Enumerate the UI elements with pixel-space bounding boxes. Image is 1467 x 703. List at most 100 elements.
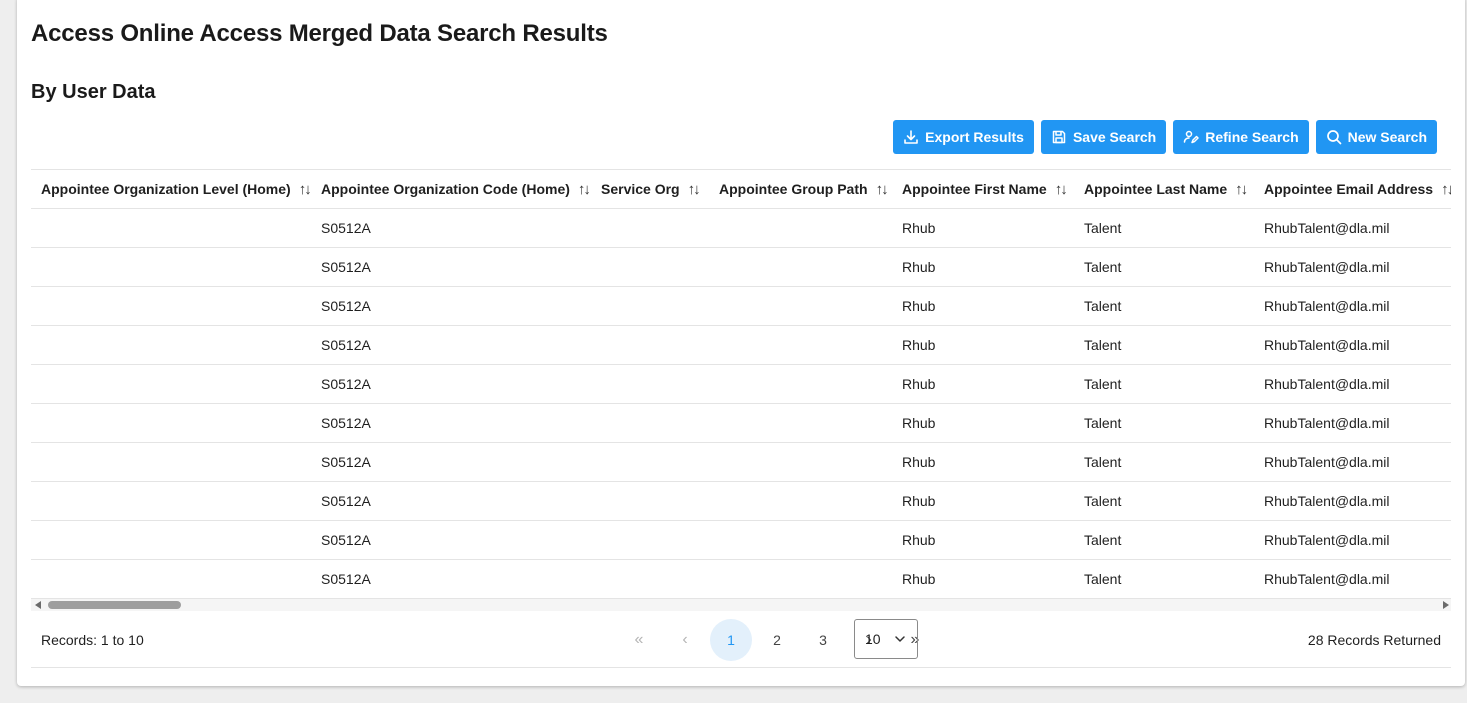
table-cell	[591, 442, 709, 482]
column-header-3[interactable]: Appointee Group Path ↑↓	[709, 170, 892, 209]
scroll-right-icon[interactable]	[1443, 601, 1449, 609]
table-row[interactable]: S0512A Rhub Talent RhubTalent@dla.mil	[31, 364, 1451, 404]
table-cell: RhubTalent@dla.mil	[1254, 403, 1451, 443]
table-cell	[591, 520, 709, 560]
table-cell: Rhub	[892, 364, 1074, 404]
table-footer: Records: 1 to 10 « ‹ 1 2 3 › » 10 28 Rec…	[31, 613, 1451, 668]
table-cell	[591, 364, 709, 404]
table-cell	[31, 286, 311, 326]
page-title: Access Online Access Merged Data Search …	[31, 20, 608, 47]
column-header-label: Appointee Group Path	[719, 181, 868, 197]
save-search-label: Save Search	[1072, 129, 1157, 145]
column-header-content: Appointee Organization Code (Home) ↑↓	[321, 181, 591, 198]
table-cell	[709, 286, 892, 326]
column-header-label: Appointee Organization Level (Home)	[41, 181, 291, 197]
page-button-1[interactable]: 1	[710, 619, 752, 661]
table-cell: Talent	[1074, 559, 1254, 599]
table-cell: Talent	[1074, 364, 1254, 404]
table-cell: Talent	[1074, 442, 1254, 482]
table-cell	[31, 325, 311, 365]
column-header-content: Appointee First Name ↑↓	[902, 181, 1074, 198]
table-cell	[31, 247, 311, 287]
table-cell: RhubTalent@dla.mil	[1254, 286, 1451, 326]
table-cell: S0512A	[311, 325, 591, 365]
scroll-left-icon[interactable]	[35, 601, 41, 609]
horizontal-scrollbar[interactable]	[31, 599, 1451, 611]
table-cell	[709, 364, 892, 404]
table-cell: Rhub	[892, 520, 1074, 560]
sort-icon[interactable]: ↑↓	[1235, 181, 1248, 198]
save-search-button[interactable]: Save Search	[1040, 120, 1167, 154]
prev-page-button[interactable]: ‹	[664, 619, 706, 661]
page-button-2[interactable]: 2	[756, 619, 798, 661]
column-header-1[interactable]: Appointee Organization Code (Home) ↑↓	[311, 170, 591, 209]
table-cell: S0512A	[311, 520, 591, 560]
table-cell	[709, 247, 892, 287]
rows-per-page-value: 10	[865, 631, 881, 647]
double-chevron-left-icon: «	[634, 631, 644, 648]
column-header-content: Appointee Email Address ↑↓	[1264, 181, 1451, 198]
rows-per-page-select[interactable]: 10	[854, 619, 918, 659]
new-search-button[interactable]: New Search	[1315, 120, 1437, 154]
new-search-label: New Search	[1347, 129, 1427, 145]
table-row[interactable]: S0512A Rhub Talent RhubTalent@dla.mil	[31, 442, 1451, 482]
table-cell: RhubTalent@dla.mil	[1254, 559, 1451, 599]
column-header-6[interactable]: Appointee Email Address ↑↓	[1254, 170, 1451, 209]
column-header-content: Appointee Last Name ↑↓	[1084, 181, 1254, 198]
table-cell	[31, 403, 311, 443]
refine-search-label: Refine Search	[1205, 129, 1299, 145]
table-cell: RhubTalent@dla.mil	[1254, 520, 1451, 560]
table-cell: S0512A	[311, 364, 591, 404]
sort-icon[interactable]: ↑↓	[1441, 181, 1451, 198]
table-row[interactable]: S0512A Rhub Talent RhubTalent@dla.mil	[31, 403, 1451, 443]
sort-icon[interactable]: ↑↓	[1055, 181, 1068, 198]
table-cell	[31, 559, 311, 599]
table-cell: RhubTalent@dla.mil	[1254, 481, 1451, 521]
table-row[interactable]: S0512A Rhub Talent RhubTalent@dla.mil	[31, 208, 1451, 248]
table-cell: Talent	[1074, 520, 1254, 560]
table-cell	[709, 403, 892, 443]
table-row[interactable]: S0512A Rhub Talent RhubTalent@dla.mil	[31, 481, 1451, 521]
records-returned: 28 Records Returned	[1307, 632, 1441, 648]
column-header-4[interactable]: Appointee First Name ↑↓	[892, 170, 1074, 209]
table-cell: Talent	[1074, 286, 1254, 326]
table-cell	[591, 286, 709, 326]
table-cell	[591, 403, 709, 443]
table-row[interactable]: S0512A Rhub Talent RhubTalent@dla.mil	[31, 520, 1451, 560]
sort-icon[interactable]: ↑↓	[578, 181, 591, 198]
results-table: Appointee Organization Level (Home) ↑↓ App…	[31, 170, 1451, 599]
toolbar: Export Results Save Search Refine Search	[893, 120, 1437, 154]
column-header-label: Appointee Organization Code (Home)	[321, 181, 570, 197]
scrollbar-thumb[interactable]	[48, 601, 181, 609]
table-cell: RhubTalent@dla.mil	[1254, 364, 1451, 404]
table-cell	[709, 325, 892, 365]
table-row[interactable]: S0512A Rhub Talent RhubTalent@dla.mil	[31, 286, 1451, 326]
column-header-0[interactable]: Appointee Organization Level (Home) ↑↓	[31, 170, 312, 209]
results-card: Access Online Access Merged Data Search …	[17, 0, 1465, 686]
table-row[interactable]: S0512A Rhub Talent RhubTalent@dla.mil	[31, 559, 1451, 599]
table-cell: Rhub	[892, 403, 1074, 443]
chevron-down-icon	[895, 636, 905, 642]
table-cell	[31, 481, 311, 521]
column-header-2[interactable]: Service Org ↑↓	[591, 170, 709, 209]
table-cell	[591, 247, 709, 287]
export-results-button[interactable]: Export Results	[893, 120, 1034, 154]
refine-search-button[interactable]: Refine Search	[1173, 120, 1309, 154]
table-cell: RhubTalent@dla.mil	[1254, 325, 1451, 365]
table-row[interactable]: S0512A Rhub Talent RhubTalent@dla.mil	[31, 247, 1451, 287]
search-icon	[1326, 130, 1341, 145]
sort-icon[interactable]: ↑↓	[876, 181, 889, 198]
table-row[interactable]: S0512A Rhub Talent RhubTalent@dla.mil	[31, 325, 1451, 365]
table-cell: RhubTalent@dla.mil	[1254, 442, 1451, 482]
sort-icon[interactable]: ↑↓	[299, 181, 312, 198]
table-cell: Talent	[1074, 481, 1254, 521]
column-header-5[interactable]: Appointee Last Name ↑↓	[1074, 170, 1254, 209]
column-header-label: Appointee Email Address	[1264, 181, 1434, 197]
first-page-button[interactable]: «	[618, 619, 660, 661]
table-cell: Rhub	[892, 481, 1074, 521]
page-button-3[interactable]: 3	[802, 619, 844, 661]
save-icon	[1052, 130, 1066, 144]
table-cell: S0512A	[311, 208, 591, 248]
sort-icon[interactable]: ↑↓	[688, 181, 701, 198]
table-cell: RhubTalent@dla.mil	[1254, 208, 1451, 248]
